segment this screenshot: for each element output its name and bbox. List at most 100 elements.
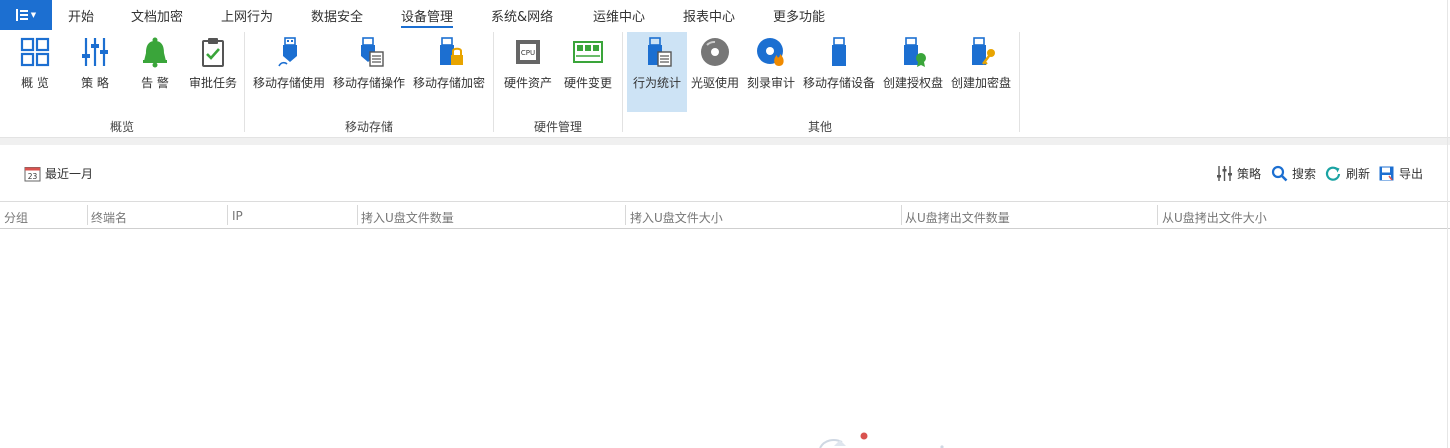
usb-lock-icon xyxy=(440,37,463,65)
search-label: 搜索 xyxy=(1292,167,1317,181)
save-disk-icon xyxy=(1379,166,1394,181)
empty-illustration-icon xyxy=(819,432,944,448)
storage-operation-label: 移动存储操作 xyxy=(332,76,405,90)
sliders-icon xyxy=(1217,166,1232,181)
refresh-button[interactable]: 刷新 xyxy=(1325,165,1370,182)
usb-drive-icon xyxy=(278,37,297,67)
clipboard-check-icon xyxy=(202,38,224,67)
date-range-label: 最近一月 xyxy=(45,167,94,181)
search-icon xyxy=(1271,165,1288,182)
usb-badge-icon xyxy=(904,37,926,67)
approval-task-button[interactable]: 审批任务 xyxy=(185,32,241,112)
behavior-stats-button[interactable]: 行为统计 xyxy=(627,32,687,112)
search-button[interactable]: 搜索 xyxy=(1271,165,1316,182)
menu-tab-report-center[interactable]: 报表中心 xyxy=(683,6,735,25)
group-label-other: 其他 xyxy=(807,120,833,134)
disc-icon xyxy=(701,38,729,66)
column-divider[interactable] xyxy=(1157,205,1158,225)
window-right-border xyxy=(1447,0,1448,448)
grid-icon xyxy=(20,37,50,67)
column-divider[interactable] xyxy=(625,205,626,225)
storage-use-label: 移动存储使用 xyxy=(252,76,325,90)
menu-tab-more[interactable]: 更多功能 xyxy=(773,6,825,25)
column-divider[interactable] xyxy=(357,205,358,225)
calendar-day: 23 xyxy=(28,172,38,181)
optical-use-button[interactable]: 光驱使用 xyxy=(688,32,742,112)
hardware-assets-label: 硬件资产 xyxy=(503,76,552,90)
group-separator xyxy=(1019,32,1020,132)
burn-disc-icon xyxy=(757,38,784,66)
refresh-label: 刷新 xyxy=(1346,167,1371,181)
menu-tab-data-security[interactable]: 数据安全 xyxy=(311,6,363,25)
menu-tab-doc-encrypt[interactable]: 文档加密 xyxy=(131,6,183,25)
usb-key-icon xyxy=(972,37,995,65)
refresh-icon xyxy=(1325,166,1341,181)
export-label: 导出 xyxy=(1399,167,1424,181)
menu-tab-system-network[interactable]: 系统&网络 xyxy=(491,6,553,25)
group-label-hardware: 硬件管理 xyxy=(533,120,583,134)
policy-button[interactable]: 策 略 xyxy=(70,32,120,112)
group-separator xyxy=(244,32,245,132)
overview-label: 概 览 xyxy=(21,76,49,90)
overview-button[interactable]: 概 览 xyxy=(10,32,60,112)
ribbon: 概 览 策 略 告 警 审批任务 概览 移动存储使用 移动存储操作 移动存储加密… xyxy=(0,30,1450,138)
table-header: 分组 终端名 IP 拷入U盘文件数量 拷入U盘文件大小 从U盘拷出文件数量 从U… xyxy=(0,201,1450,229)
create-encrypt-disk-button[interactable]: 创建加密盘 xyxy=(948,32,1014,112)
caret-down-icon: ▼ xyxy=(30,11,37,19)
storage-use-button[interactable]: 移动存储使用 xyxy=(250,32,328,112)
approval-task-label: 审批任务 xyxy=(188,76,237,90)
burn-audit-button[interactable]: 刻录审计 xyxy=(744,32,798,112)
app-menu-button[interactable]: ▼ xyxy=(0,0,52,30)
group-label-overview: 概览 xyxy=(109,120,135,134)
create-auth-disk-button[interactable]: 创建授权盘 xyxy=(881,32,945,112)
column-divider[interactable] xyxy=(87,205,88,225)
alert-button[interactable]: 告 警 xyxy=(130,32,180,112)
alert-label: 告 警 xyxy=(141,76,169,90)
column-header-copy-in-size[interactable]: 拷入U盘文件大小 xyxy=(630,209,723,226)
column-header-ip[interactable]: IP xyxy=(232,209,243,223)
cpu-icon: CPU xyxy=(516,40,540,64)
section-divider xyxy=(0,138,1450,145)
calendar-icon: 23 xyxy=(24,167,41,182)
hardware-assets-button[interactable]: CPU 硬件资产 xyxy=(500,32,556,112)
menu-tab-start[interactable]: 开始 xyxy=(68,6,94,25)
policy-tool-button[interactable]: 策略 xyxy=(1216,165,1261,182)
group-separator xyxy=(622,32,623,132)
policy-tool-label: 策略 xyxy=(1237,167,1262,181)
group-separator xyxy=(493,32,494,132)
create-encrypt-disk-label: 创建加密盘 xyxy=(950,76,1011,90)
group-label-mobile-storage: 移动存储 xyxy=(344,120,394,134)
bell-icon xyxy=(143,37,167,68)
storage-device-label: 移动存储设备 xyxy=(802,76,875,90)
menu-icon xyxy=(15,9,28,21)
menu-tab-ops-center[interactable]: 运维中心 xyxy=(593,6,645,25)
date-range-selector[interactable]: 23 最近一月 xyxy=(24,165,93,182)
burn-audit-label: 刻录审计 xyxy=(746,76,795,90)
create-auth-disk-label: 创建授权盘 xyxy=(882,76,943,90)
usb-stats-icon xyxy=(648,37,672,67)
svg-text:CPU: CPU xyxy=(521,49,535,57)
hardware-change-button[interactable]: 硬件变更 xyxy=(560,32,616,112)
column-header-copy-out-size[interactable]: 从U盘拷出文件大小 xyxy=(1162,209,1267,226)
column-header-terminal-name[interactable]: 终端名 xyxy=(91,209,127,226)
export-button[interactable]: 导出 xyxy=(1378,165,1423,182)
column-header-copy-out-count[interactable]: 从U盘拷出文件数量 xyxy=(905,209,1010,226)
memory-board-icon xyxy=(573,41,603,63)
behavior-stats-label: 行为统计 xyxy=(632,76,681,90)
column-divider[interactable] xyxy=(901,205,902,225)
usb-device-icon xyxy=(832,37,846,66)
storage-encrypt-button[interactable]: 移动存储加密 xyxy=(410,32,488,112)
column-header-group[interactable]: 分组 xyxy=(4,209,28,226)
hardware-change-label: 硬件变更 xyxy=(563,76,612,90)
sliders-icon xyxy=(82,38,108,66)
optical-use-label: 光驱使用 xyxy=(690,76,739,90)
menu-tab-device-management[interactable]: 设备管理 xyxy=(401,6,454,28)
storage-operation-button[interactable]: 移动存储操作 xyxy=(330,32,408,112)
toolbar: 23 最近一月 策略 搜索 刷新 导出 xyxy=(0,145,1450,201)
column-header-copy-in-count[interactable]: 拷入U盘文件数量 xyxy=(361,209,454,226)
storage-encrypt-label: 移动存储加密 xyxy=(412,76,485,90)
empty-state-illustration xyxy=(800,420,1000,448)
storage-device-button[interactable]: 移动存储设备 xyxy=(800,32,878,112)
menu-tab-web-behavior[interactable]: 上网行为 xyxy=(221,6,273,25)
column-divider[interactable] xyxy=(227,205,228,225)
